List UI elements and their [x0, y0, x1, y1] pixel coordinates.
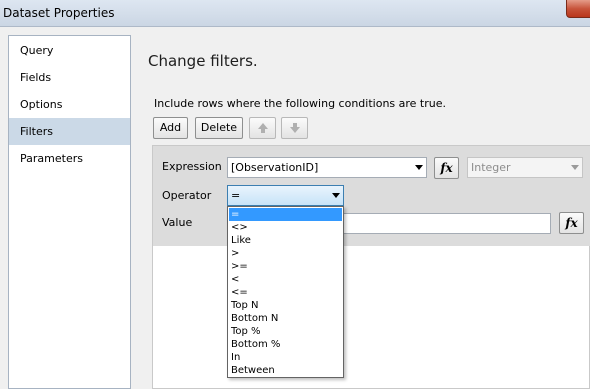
- operator-option[interactable]: >=: [229, 260, 342, 273]
- add-button[interactable]: Add: [153, 117, 188, 139]
- type-select: Integer: [467, 157, 583, 178]
- operator-option[interactable]: Bottom %: [229, 338, 342, 351]
- expression-value: [ObservationID]: [231, 161, 319, 174]
- sidebar-item-label: Fields: [20, 71, 52, 84]
- operator-option[interactable]: <: [229, 273, 342, 286]
- operator-option[interactable]: Like: [229, 234, 342, 247]
- move-up-button[interactable]: [249, 117, 276, 139]
- operator-dropdown-list: = <> Like > >= < <= Top N Bottom N Top %…: [227, 206, 344, 378]
- expression-fx-button[interactable]: fx: [434, 157, 459, 179]
- expression-select[interactable]: [ObservationID]: [227, 157, 427, 178]
- value-fx-button[interactable]: fx: [559, 212, 584, 234]
- operator-option[interactable]: Bottom N: [229, 312, 342, 325]
- chevron-down-icon: [332, 193, 340, 198]
- sidebar-item-fields[interactable]: Fields: [9, 64, 130, 91]
- move-down-button[interactable]: [281, 117, 308, 139]
- window-title: Dataset Properties: [3, 6, 115, 20]
- sidebar-item-query[interactable]: Query: [9, 37, 130, 64]
- operator-option[interactable]: =: [229, 208, 342, 221]
- operator-select[interactable]: =: [227, 185, 344, 206]
- operator-option[interactable]: >: [229, 247, 342, 260]
- expression-label: Expression: [162, 160, 222, 173]
- sidebar-item-options[interactable]: Options: [9, 91, 130, 118]
- sidebar-item-filters[interactable]: Filters: [9, 118, 130, 145]
- chevron-down-icon: [571, 165, 579, 170]
- value-label: Value: [162, 216, 193, 229]
- sidebar-item-label: Parameters: [20, 152, 83, 165]
- chevron-down-icon: [415, 165, 423, 170]
- operator-option[interactable]: <>: [229, 221, 342, 234]
- type-value: Integer: [471, 161, 511, 174]
- sidebar: Query Fields Options Filters Parameters: [8, 35, 131, 389]
- title-bar: Dataset Properties: [0, 0, 590, 27]
- sidebar-item-parameters[interactable]: Parameters: [9, 145, 130, 172]
- sidebar-item-label: Filters: [20, 125, 53, 138]
- operator-label: Operator: [162, 189, 212, 202]
- sidebar-item-label: Query: [20, 44, 54, 57]
- sidebar-item-label: Options: [20, 98, 63, 111]
- arrow-up-icon: [257, 123, 268, 133]
- close-button[interactable]: [566, 0, 590, 18]
- page-title: Change filters.: [148, 52, 258, 70]
- delete-button[interactable]: Delete: [195, 117, 243, 139]
- page-subtitle: Include rows where the following conditi…: [154, 97, 446, 110]
- operator-option[interactable]: Top %: [229, 325, 342, 338]
- operator-option[interactable]: In: [229, 351, 342, 364]
- value-input[interactable]: [342, 213, 551, 234]
- operator-option[interactable]: Top N: [229, 299, 342, 312]
- operator-option[interactable]: <=: [229, 286, 342, 299]
- operator-value: =: [231, 189, 241, 202]
- operator-option[interactable]: Between: [229, 364, 342, 377]
- arrow-down-icon: [289, 123, 300, 133]
